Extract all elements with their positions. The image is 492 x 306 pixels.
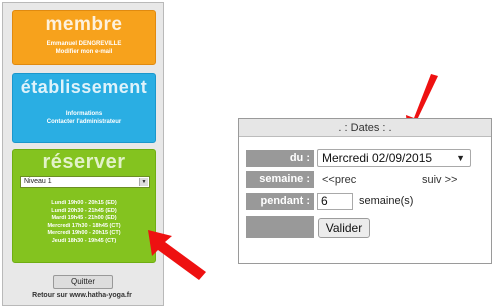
course-item[interactable]: Mardi 19h45 - 21h00 (ED) — [13, 215, 155, 223]
dates-header: . : Dates : . — [239, 119, 491, 137]
pendant-label: pendant : — [246, 193, 314, 210]
contact-admin-link[interactable]: Contacter l'administrateur — [13, 118, 155, 126]
level-select-value: Niveau 1 — [24, 178, 52, 185]
course-item[interactable]: Mercredi 17h30 - 18h45 (CT) — [13, 223, 155, 231]
course-item[interactable]: Lundi 20h30 - 21h45 (ED) — [13, 208, 155, 216]
sidebar: membre Emmanuel DENGREVILLE Modifier mon… — [2, 2, 164, 306]
membre-title: membre — [45, 14, 123, 35]
back-to-site-link[interactable]: Retour sur www.hatha-yoga.fr — [2, 292, 162, 299]
course-list: Lundi 19h00 - 20h15 (ED) Lundi 20h30 - 2… — [13, 200, 155, 246]
du-label: du : — [246, 150, 314, 167]
informations-link[interactable]: Informations — [13, 110, 155, 118]
select-dropdown-icon: ▼ — [456, 153, 465, 163]
quit-button[interactable]: Quitter — [53, 275, 113, 289]
submit-button[interactable]: Valider — [318, 218, 370, 238]
reserver-panel: réserver Niveau 1 ▼ Lundi 19h00 - 20h15 … — [12, 149, 156, 263]
next-week-link[interactable]: suiv >> — [422, 174, 457, 186]
membre-panel: membre Emmanuel DENGREVILLE Modifier mon… — [12, 10, 156, 65]
weeks-count-input[interactable]: 6 — [317, 193, 353, 210]
select-dropdown-icon: ▼ — [139, 178, 148, 186]
start-date-value: Mercredi 02/09/2015 — [322, 151, 433, 165]
reserver-title: réserver — [42, 151, 126, 173]
level-select[interactable]: Niveau 1 ▼ — [20, 176, 150, 188]
red-arrow-icon — [148, 230, 206, 280]
dates-form: . : Dates : . du : Mercredi 02/09/2015 ▼… — [238, 118, 492, 264]
weeks-unit-label: semaine(s) — [359, 195, 414, 207]
course-item[interactable]: Lundi 19h00 - 20h15 (ED) — [13, 200, 155, 208]
etablissement-panel: établissement Informations Contacter l'a… — [12, 73, 156, 143]
start-date-select[interactable]: Mercredi 02/09/2015 ▼ — [317, 149, 471, 167]
submit-row-label — [246, 216, 314, 238]
etablissement-title: établissement — [20, 77, 148, 97]
course-item[interactable]: Mercredi 19h00 - 20h15 (CT) — [13, 230, 155, 238]
course-item[interactable]: Jeudi 18h30 - 19h45 (CT) — [13, 238, 155, 246]
member-name: Emmanuel DENGREVILLE — [46, 41, 122, 47]
prev-week-link[interactable]: <<prec — [322, 174, 356, 186]
modify-email-link[interactable]: Modifier mon e-mail — [13, 48, 155, 56]
semaine-label: semaine : — [246, 171, 314, 188]
